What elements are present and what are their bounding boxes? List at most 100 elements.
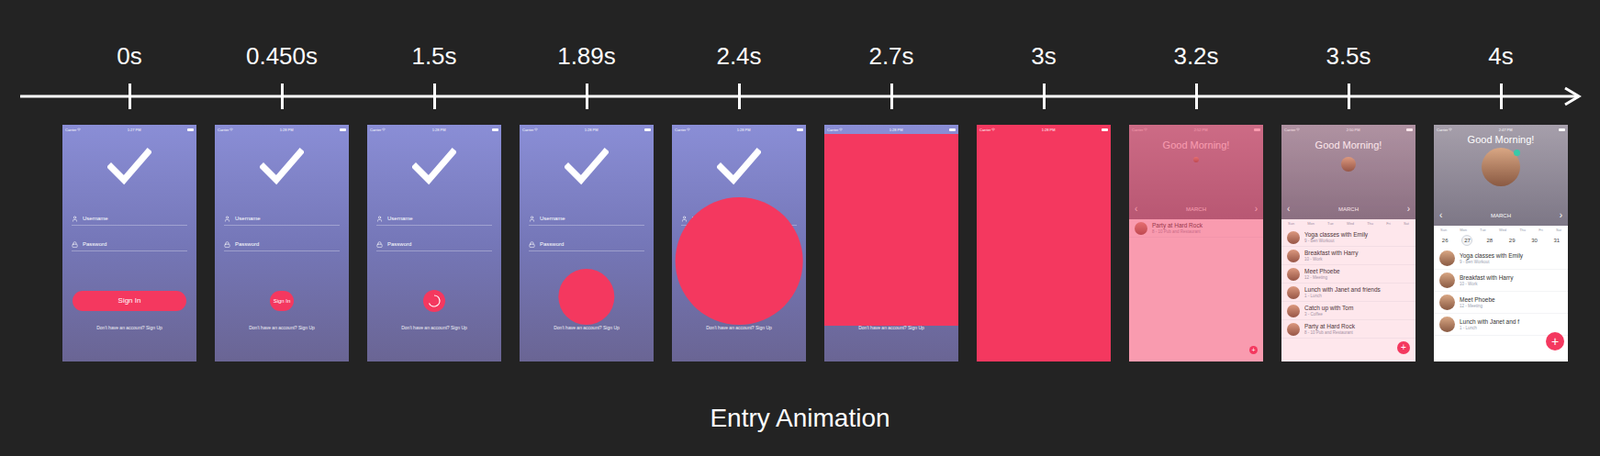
profile-avatar [1193,156,1199,163]
event-row[interactable]: Party at Hard Rock8 - 10 Pub and Restaur… [1281,320,1416,339]
weekday: Sat [1403,221,1410,227]
event-avatar [1286,249,1300,263]
password-field[interactable]: Password [71,238,188,252]
event-name: Party at Hard Rock [1152,222,1203,230]
username-field[interactable]: Username [71,212,188,226]
signup-link[interactable]: Don't have an account? Sign Up [519,324,654,333]
prev-month-button[interactable]: ‹ [1439,211,1443,221]
next-month-button[interactable]: › [1254,204,1258,214]
weekday-row: SunMonTueWedThuFriSat [1433,225,1568,235]
event-avatar [1439,272,1455,289]
timeline-step: 3.5sCarrier2:50 PMGood Morning!‹MARCH›Su… [1272,0,1425,362]
timeline-tick [128,83,132,110]
clock: 1:27 PM [127,127,142,133]
add-button[interactable]: + [1249,346,1258,355]
password-field[interactable]: Password [376,238,493,252]
day[interactable]: 26 [1439,234,1451,247]
sign-in-button[interactable]: Sign In [269,290,295,312]
clock: 1:28 PM [432,127,447,133]
day[interactable]: 31 [1551,234,1563,247]
battery-icon [187,128,194,132]
signup-link[interactable]: Don't have an account? Sign Up [62,324,197,333]
event-row[interactable]: Breakfast with Harry10 - Work [1281,246,1416,266]
clock: 1:28 PM [279,127,294,133]
signup-link[interactable]: Don't have an account? Sign Up [367,324,502,333]
day[interactable]: 28 [1484,234,1496,247]
event-row[interactable]: Lunch with Janet and f1 - Lunch [1433,313,1568,336]
login-screen: Carrier1:28 PMUsernamePasswordSign InDon… [214,124,349,362]
login-fields: Username Password [62,212,197,252]
event-row[interactable]: Catch up with Tom3 - Coffee [1281,302,1416,321]
username-field[interactable]: Username [376,212,493,226]
event-row[interactable]: Party at Hard Rock8 - 10 Pub and Restaur… [1129,219,1264,238]
wifi-icon [229,127,234,132]
event-detail: 8 - 10 Pub and Restaurant [1304,330,1355,336]
event-row[interactable]: Meet Phoebe12 - Meeting [1433,291,1568,314]
event-row[interactable]: Meet Phoebe12 - Meeting [1281,265,1416,284]
event-name: Meet Phoebe [1304,268,1341,276]
event-detail: 12 - Meeting [1459,303,1496,310]
username-placeholder: Username [539,214,566,224]
login-screen: Carrier1:28 PMUsernamePasswordDon't have… [519,124,654,362]
event-name: Lunch with Janet and friends [1304,286,1381,294]
home-header: Carrier2:50 PMGood Morning!‹MARCH› [1281,124,1416,220]
time-label: 3.5s [1325,40,1371,72]
checkmark-icon [564,146,609,188]
status-bar: Carrier2:50 PM [1281,124,1416,135]
add-button[interactable]: + [1545,332,1565,351]
clock: 2:47 PM [1499,127,1513,133]
password-placeholder: Password [539,240,564,249]
password-field[interactable]: Password [223,238,340,252]
sign-in-button[interactable]: Sign In [72,290,187,312]
status-bar: Carrier2:52 PM [1129,124,1264,135]
weekday: Wed [1346,221,1354,227]
checkmark-icon [412,146,457,188]
prev-month-button[interactable]: ‹ [1286,204,1290,214]
status-bar: Carrier2:47 PM [1433,124,1568,135]
signup-link[interactable]: Don't have an account? Sign Up [824,324,959,333]
add-button[interactable]: + [1397,341,1410,355]
user-icon [528,215,536,223]
event-row[interactable]: Breakfast with Harry10 - Work [1433,269,1568,292]
timeline-step: 1.89sCarrier1:28 PMUsernamePasswordDon't… [510,0,663,362]
phone-frame: Carrier1:28 PM Username Password Don't have… [367,124,502,362]
event-row[interactable]: Yoga classes with Emily9 - Ben Workout [1433,247,1568,270]
phone-frame: Carrier1:28 PMUsernamePasswordSign InDon… [214,124,349,362]
month-label: MARCH [1490,212,1511,221]
event-name: Party at Hard Rock [1304,323,1355,331]
month-nav: ‹ MARCH › [1281,204,1416,214]
event-avatar [1439,250,1455,267]
event-row[interactable]: Yoga classes with Emily9 - Ben Workout [1281,228,1416,247]
signup-link[interactable]: Don't have an account? Sign Up [671,324,806,333]
month-label: MARCH [1338,205,1359,214]
status-bar: Carrier1:28 PM [367,124,502,135]
event-detail: 12 - Meeting [1304,275,1341,281]
signup-link[interactable]: Don't have an account? Sign Up [214,324,349,333]
button-area: Sign In [62,290,197,313]
event-avatar [1286,323,1300,336]
timeline-tick [1499,83,1503,110]
next-month-button[interactable]: › [1407,204,1410,214]
timeline-step: 3.2sCarrier2:52 PMGood Morning!‹MARCH›Pa… [1119,0,1273,362]
diagram-title: Entry Animation [0,402,1600,436]
timeline-tick [433,83,437,110]
day[interactable]: 30 [1528,234,1540,247]
day[interactable]: 29 [1506,234,1518,247]
profile-avatar [1341,156,1356,172]
username-field[interactable]: Username [528,212,645,226]
clock: 2:50 PM [1346,127,1361,133]
clock: 2:52 PM [1194,127,1209,133]
event-row[interactable]: Lunch with Janet and friends1 - Lunch [1281,283,1416,303]
prev-month-button[interactable]: ‹ [1134,204,1138,214]
login-screen: Carrier1:27 PMUsernamePasswordSign InDon… [62,124,197,362]
wifi-icon [1296,127,1300,132]
password-field[interactable]: Password [528,238,645,252]
wifi-icon [534,127,538,132]
greeting: Good Morning! [1467,134,1535,146]
username-field[interactable]: Username [223,212,340,226]
day[interactable]: 27 [1461,234,1473,247]
timeline-step: 2.7sCarrier1:28 PMUsernamePasswordDon't … [815,0,968,362]
login-screen: Carrier1:28 PM Username Password Don't have… [367,124,502,362]
next-month-button[interactable]: › [1559,211,1563,221]
timeline-tick [890,83,894,110]
